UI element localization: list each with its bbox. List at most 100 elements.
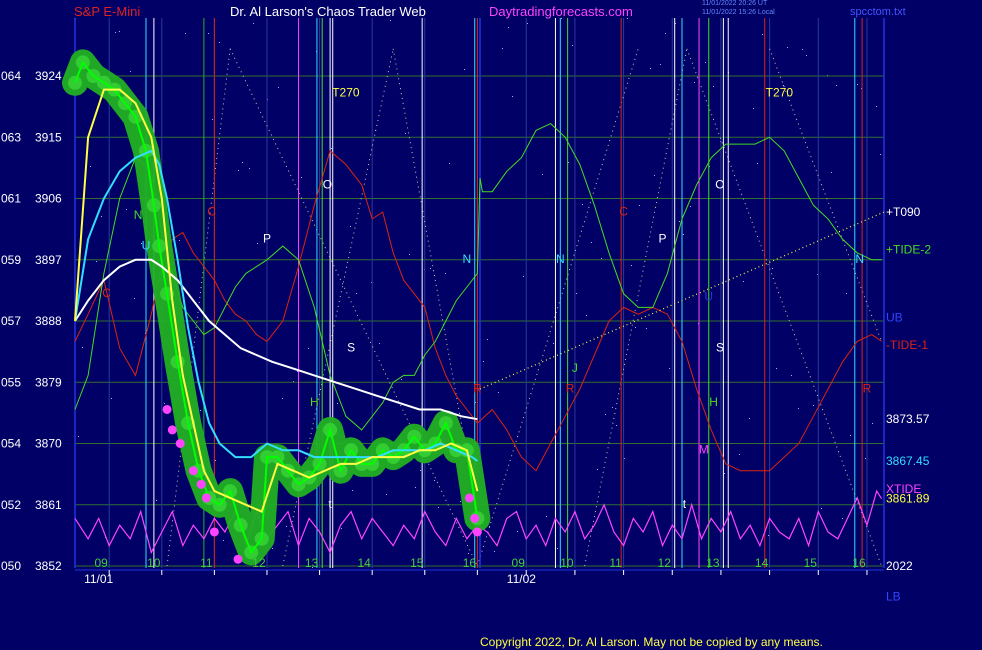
background-dot xyxy=(415,487,416,488)
background-dot xyxy=(350,226,351,227)
timestamp-ut: 11/01/2022 20:26 UT xyxy=(702,0,768,7)
background-dot xyxy=(753,108,754,109)
annotation-label: N xyxy=(556,252,565,266)
y-axis-price-label: 3861 xyxy=(35,498,62,512)
background-dot xyxy=(430,268,431,269)
background-dot xyxy=(301,177,302,178)
background-dot xyxy=(483,361,484,362)
background-dot xyxy=(635,327,636,328)
background-dot xyxy=(836,85,837,86)
magenta-dot xyxy=(188,466,198,476)
background-dot xyxy=(468,553,469,554)
y-axis-code-label: 050 xyxy=(1,559,21,573)
background-dot xyxy=(352,490,353,491)
background-dot xyxy=(582,204,583,205)
background-dot xyxy=(512,96,513,97)
background-dot xyxy=(249,168,250,169)
annotation-label: O xyxy=(715,177,724,191)
x-axis-hour-label: 12 xyxy=(252,556,266,570)
annotation-label: P xyxy=(263,232,271,246)
y-axis-price-label: 3870 xyxy=(35,437,62,451)
background-dot xyxy=(787,47,788,48)
background-dot xyxy=(460,501,461,502)
y-axis-price-label: 3906 xyxy=(35,192,62,206)
background-dot xyxy=(498,392,499,393)
y-axis-code-label: 063 xyxy=(1,130,21,144)
right-value-label: 3861.89 xyxy=(886,492,930,506)
annotation-label: M xyxy=(699,443,709,457)
background-dot xyxy=(568,162,569,163)
magenta-dot xyxy=(464,493,474,503)
annotation-label: T270 xyxy=(766,85,794,99)
right-value-label: UB xyxy=(886,311,903,325)
x-axis-hour-label: 13 xyxy=(706,556,720,570)
annotation-label: U xyxy=(142,239,151,253)
annotation-label: S xyxy=(716,341,724,355)
x-axis-hour-label: 11 xyxy=(609,556,622,570)
background-dot xyxy=(438,507,439,508)
background-dot xyxy=(96,261,97,262)
background-dot xyxy=(669,368,670,369)
background-dot xyxy=(813,405,814,406)
background-dot xyxy=(308,348,309,349)
annotation-label: P xyxy=(659,232,667,246)
background-dot xyxy=(601,258,602,259)
background-dot xyxy=(115,32,116,33)
y-axis-code-label: 052 xyxy=(1,498,21,512)
y-axis-code-label: 055 xyxy=(1,375,21,389)
background-dot xyxy=(390,20,391,21)
background-dot xyxy=(101,216,102,217)
background-dot xyxy=(597,469,598,470)
background-dot xyxy=(624,458,625,459)
background-dot xyxy=(238,170,239,171)
background-dot xyxy=(272,548,273,549)
background-dot xyxy=(850,435,851,436)
x-axis-date-label: 11/02 xyxy=(507,572,536,586)
right-value-label: 3873.57 xyxy=(886,412,930,426)
annotation-label: H xyxy=(709,395,718,409)
background-dot xyxy=(517,531,518,532)
background-dot xyxy=(857,84,858,85)
x-axis-hour-label: 10 xyxy=(560,556,574,570)
background-dot xyxy=(690,206,691,207)
magenta-dot xyxy=(167,425,177,435)
magenta-dot xyxy=(470,513,480,523)
x-axis-hour-label: 11 xyxy=(200,556,213,570)
background-dot xyxy=(542,174,543,175)
site-url[interactable]: Daytradingforecasts.com xyxy=(489,5,633,19)
background-dot xyxy=(694,82,695,83)
background-dot xyxy=(126,209,127,210)
background-dot xyxy=(768,535,769,536)
background-dot xyxy=(660,64,661,65)
background-dot xyxy=(772,268,773,269)
magenta-dot xyxy=(209,527,219,537)
background-dot xyxy=(185,33,186,34)
sp-emini-chart: T270 T270O OP PS SC CN N NNUUJCR R RH HMt t064 39240… xyxy=(0,0,982,650)
background-dot xyxy=(508,27,509,28)
background-dot xyxy=(546,516,547,517)
background-dot xyxy=(679,221,680,222)
background-dot xyxy=(572,45,573,46)
y-axis-code-label: 057 xyxy=(1,314,21,328)
background-dot xyxy=(683,234,684,235)
magenta-dot xyxy=(201,493,211,503)
background-dot xyxy=(164,403,165,404)
x-axis-hour-label: 09 xyxy=(95,556,109,570)
background-dot xyxy=(223,540,224,541)
background-dot xyxy=(208,33,209,34)
x-axis-hour-label: 09 xyxy=(512,556,526,570)
annotation-label: N xyxy=(134,208,143,222)
annotation-label: N xyxy=(855,252,864,266)
y-axis-price-label: 3924 xyxy=(35,69,62,83)
background-dot xyxy=(880,154,881,155)
annotation-label: T270 xyxy=(332,85,360,99)
background-dot xyxy=(876,106,877,107)
y-axis-code-label: 054 xyxy=(1,437,21,451)
background-dot xyxy=(605,414,606,415)
background-dot xyxy=(502,48,503,49)
background-dot xyxy=(119,31,120,32)
y-axis-price-label: 3915 xyxy=(35,130,62,144)
timestamp-local: 11/01/2022 15:26 Local xyxy=(702,9,775,16)
x-axis-hour-label: 16 xyxy=(463,556,477,570)
background-dot xyxy=(405,133,406,134)
